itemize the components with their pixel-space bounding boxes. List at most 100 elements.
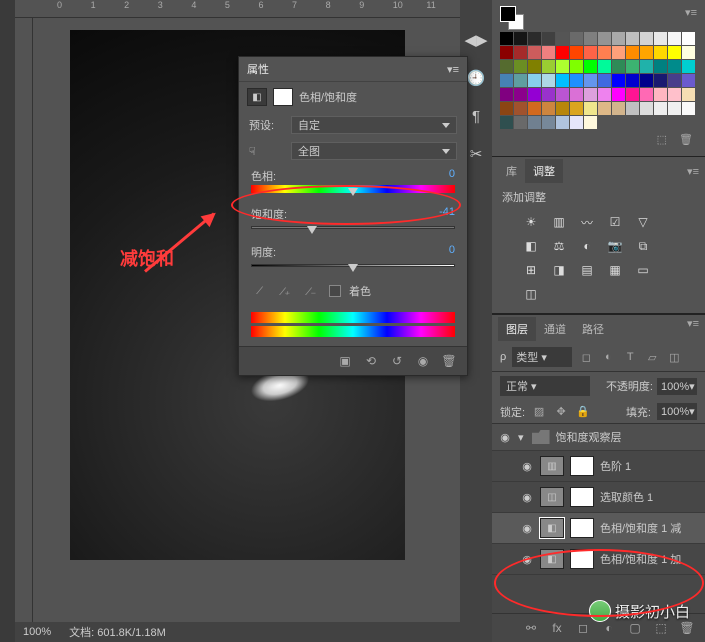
clip-to-layer-icon[interactable]: ▣ <box>337 353 353 369</box>
photo-filter-icon[interactable]: 📷 <box>604 237 626 255</box>
hue-slider[interactable] <box>251 185 455 199</box>
swatch-color[interactable] <box>682 60 695 73</box>
swatches-panel-menu-icon[interactable]: ▾≡ <box>685 6 697 30</box>
layer-mask-icon[interactable] <box>570 456 594 476</box>
layer-mask-icon[interactable] <box>570 518 594 538</box>
saturation-slider[interactable] <box>251 223 455 237</box>
tab-adjustments[interactable]: 调整 <box>525 159 563 183</box>
swatch-color[interactable] <box>654 88 667 101</box>
swatch-color[interactable] <box>570 32 583 45</box>
curves-icon[interactable]: 〰 <box>576 213 598 231</box>
swatch-color[interactable] <box>500 74 513 87</box>
tab-library[interactable]: 库 <box>498 159 525 183</box>
visibility-toggle-icon[interactable]: ◉ <box>520 521 534 535</box>
layer-name[interactable]: 饱和度观察层 <box>556 429 622 445</box>
swatch-color[interactable] <box>640 102 653 115</box>
blend-mode-select[interactable]: 正常 ▾ <box>500 376 590 396</box>
hue-value[interactable]: 0 <box>415 168 455 184</box>
swatch-color[interactable] <box>500 32 513 45</box>
swatch-color[interactable] <box>542 46 555 59</box>
swatch-color[interactable] <box>682 88 695 101</box>
layer-name[interactable]: 色相/饱和度 1 加 <box>600 551 681 567</box>
filter-type-icon[interactable]: T <box>622 351 638 363</box>
swatch-color[interactable] <box>668 60 681 73</box>
swatch-color[interactable] <box>542 116 555 129</box>
swatch-color[interactable] <box>640 74 653 87</box>
swatch-color[interactable] <box>570 60 583 73</box>
swatch-color[interactable] <box>612 46 625 59</box>
panel-menu-icon[interactable]: ▾≡ <box>447 63 459 76</box>
swatch-color[interactable] <box>640 32 653 45</box>
swatch-color[interactable] <box>584 102 597 115</box>
new-adjustment-layer-icon[interactable]: ◐ <box>601 620 617 636</box>
swatch-color[interactable] <box>612 32 625 45</box>
swatch-color[interactable] <box>598 74 611 87</box>
swatch-color[interactable] <box>542 88 555 101</box>
hsl-adj-icon[interactable]: ◧ <box>520 237 542 255</box>
swatch-color[interactable] <box>500 102 513 115</box>
foreground-background-swatch[interactable] <box>500 6 528 30</box>
swatch-color[interactable] <box>500 88 513 101</box>
filter-pixel-icon[interactable]: ◻ <box>578 351 594 364</box>
invert-icon[interactable]: ◨ <box>548 261 570 279</box>
layer-group[interactable]: ◉ ▾ 饱和度观察层 <box>492 424 705 451</box>
preset-select[interactable]: 自定 <box>291 116 457 134</box>
zoom-level[interactable]: 100% <box>23 626 51 638</box>
exposure-icon[interactable]: ☑ <box>604 213 626 231</box>
swatch-color[interactable] <box>668 88 681 101</box>
swatch-color[interactable] <box>528 102 541 115</box>
toggle-visibility-icon[interactable]: ◉ <box>415 353 431 369</box>
eyedropper-add-icon[interactable]: ⁄₊ <box>277 282 295 300</box>
swatch-color[interactable] <box>542 102 555 115</box>
layer-thumb-icon[interactable]: ◧ <box>540 549 564 569</box>
fill-input[interactable]: 100%▾ <box>657 403 697 420</box>
swatch-color[interactable] <box>514 116 527 129</box>
swatch-color[interactable] <box>654 32 667 45</box>
new-group-icon[interactable]: ▢ <box>627 620 643 636</box>
swatch-color[interactable] <box>528 32 541 45</box>
delete-swatch-icon[interactable]: 🗑 <box>679 133 693 146</box>
swatch-color[interactable] <box>500 60 513 73</box>
swatch-color[interactable] <box>556 46 569 59</box>
swatch-color[interactable] <box>514 46 527 59</box>
lock-position-icon[interactable]: ✥ <box>553 405 569 418</box>
swatch-color[interactable] <box>654 74 667 87</box>
tab-layers[interactable]: 图层 <box>498 317 536 341</box>
swatch-color[interactable] <box>626 102 639 115</box>
saturation-value[interactable]: -41 <box>415 206 455 222</box>
swatch-color[interactable] <box>500 116 513 129</box>
swatch-color[interactable] <box>626 88 639 101</box>
panel-header[interactable]: 属性 ▾≡ <box>239 57 467 82</box>
layer-style-icon[interactable]: fx <box>549 620 565 636</box>
swatch-color[interactable] <box>528 74 541 87</box>
layer-name[interactable]: 选取颜色 1 <box>600 489 653 505</box>
swatch-color[interactable] <box>514 88 527 101</box>
lock-pixels-icon[interactable]: ▨ <box>531 405 547 418</box>
lightness-value[interactable]: 0 <box>415 244 455 260</box>
swatch-color[interactable] <box>612 74 625 87</box>
expand-caret-icon[interactable]: ▾ <box>518 431 524 444</box>
swatch-color[interactable] <box>584 74 597 87</box>
swatch-color[interactable] <box>556 60 569 73</box>
visibility-toggle-icon[interactable]: ◉ <box>498 430 512 444</box>
lightness-slider[interactable] <box>251 261 455 275</box>
posterize-icon[interactable]: ▤ <box>576 261 598 279</box>
new-layer-icon[interactable]: ⬚ <box>653 620 669 636</box>
eyedropper-sub-icon[interactable]: ⁄₋ <box>303 282 321 300</box>
channel-mixer-icon[interactable]: ⧉ <box>632 237 654 255</box>
layer-hsl-decrease[interactable]: ◉ ◧ 色相/饱和度 1 减 <box>492 513 705 544</box>
swatch-color[interactable] <box>570 102 583 115</box>
swatch-color[interactable] <box>626 60 639 73</box>
layer-mask-icon[interactable] <box>570 487 594 507</box>
swatch-color[interactable] <box>542 32 555 45</box>
swatch-color[interactable] <box>626 46 639 59</box>
swatch-color[interactable] <box>570 88 583 101</box>
gradient-map-icon[interactable]: ▭ <box>632 261 654 279</box>
swatch-color[interactable] <box>528 60 541 73</box>
colorize-checkbox[interactable] <box>329 285 341 297</box>
swatch-color[interactable] <box>528 116 541 129</box>
swatch-color[interactable] <box>654 102 667 115</box>
color-balance-icon[interactable]: ⚖ <box>548 237 570 255</box>
filter-kind-select[interactable]: 类型 ▾ <box>512 347 572 367</box>
swatch-color[interactable] <box>668 32 681 45</box>
